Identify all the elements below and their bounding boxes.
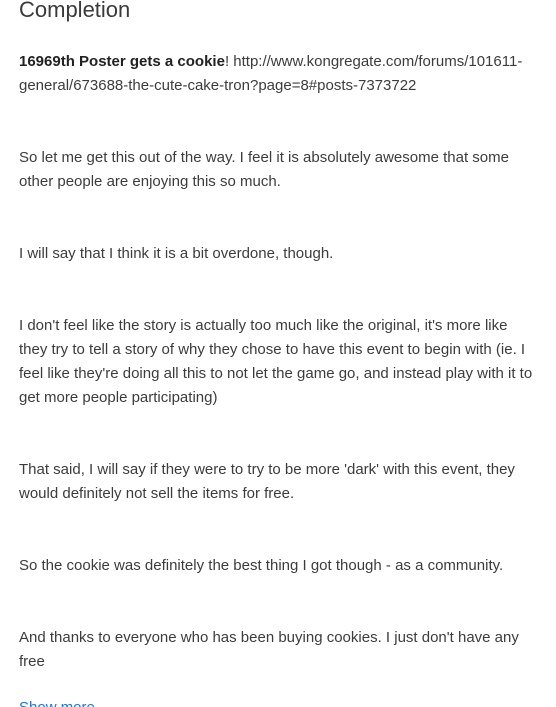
post-title: Completion xyxy=(19,0,131,22)
paragraph-5: So the cookie was definitely the best th… xyxy=(19,554,556,578)
intro-line-2[interactable]: general/673688-the-cute-cake-tron?page=8… xyxy=(19,74,556,98)
paragraph-line: And thanks to everyone who has been buyi… xyxy=(19,629,519,646)
paragraph-line: I will say that I think it is a bit over… xyxy=(19,245,334,262)
intro-bold-text: 16969th Poster gets a cookie xyxy=(19,53,225,70)
paragraph-line: feel like they're doing all this to not … xyxy=(19,365,533,382)
paragraph-line: would definitely not sell the items for … xyxy=(19,485,295,502)
paragraph-line: So let me get this out of the way. I fee… xyxy=(19,149,509,166)
paragraph-line: get more people participating) xyxy=(19,389,218,406)
paragraph-line: they try to tell a story of why they cho… xyxy=(19,341,526,358)
paragraph-3: I don't feel like the story is actually … xyxy=(19,314,556,410)
intro-link-text[interactable]: ! http://www.kongregate.com/forums/10161… xyxy=(225,53,522,70)
paragraph-line: other people are enjoying this so much. xyxy=(19,173,281,190)
paragraph-line: I don't feel like the story is actually … xyxy=(19,317,508,334)
paragraph-line: That said, I will say if they were to tr… xyxy=(19,461,515,478)
post-intro: 16969th Poster gets a cookie! http://www… xyxy=(19,50,556,98)
paragraph-4: That said, I will say if they were to tr… xyxy=(19,458,556,506)
show-more-link[interactable]: Show more xyxy=(19,696,95,707)
paragraph-line: free xyxy=(19,653,45,670)
paragraph-6: And thanks to everyone who has been buyi… xyxy=(19,626,556,674)
paragraph-1: So let me get this out of the way. I fee… xyxy=(19,146,556,194)
paragraph-line: So the cookie was definitely the best th… xyxy=(19,557,504,574)
intro-line-1: 16969th Poster gets a cookie! http://www… xyxy=(19,50,556,74)
paragraph-2: I will say that I think it is a bit over… xyxy=(19,242,556,266)
